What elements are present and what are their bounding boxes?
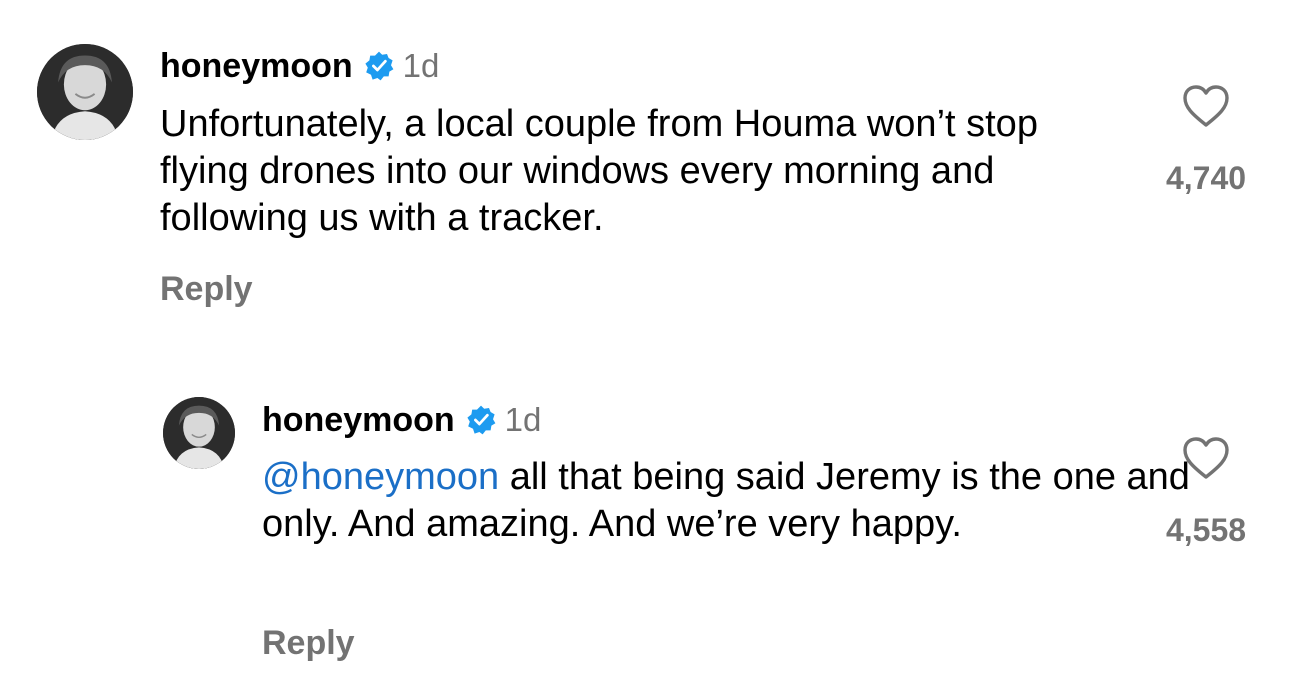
comment-text: Unfortunately, a local couple from Houma… <box>160 101 1120 242</box>
reply-button[interactable]: Reply <box>160 270 253 309</box>
verified-badge-icon <box>363 50 395 82</box>
mention-link[interactable]: @honeymoon <box>262 456 499 498</box>
timestamp: 1d <box>504 401 542 438</box>
comment-text: @honeymoon all that being said Jeremy is… <box>262 454 1222 548</box>
timestamp: 1d <box>402 47 440 84</box>
username[interactable]: honeymoon <box>160 47 353 86</box>
comment-body: Unfortunately, a local couple from Houma… <box>160 103 1038 239</box>
profile-photo-icon <box>37 44 133 140</box>
heart-outline-icon[interactable] <box>1182 436 1230 480</box>
comment-reply: honeymoon 1d @honeymoon all that being s… <box>0 345 1290 691</box>
comment: honeymoon 1d Unfortunately, a local coup… <box>0 0 1290 345</box>
comment-header: honeymoon 1d <box>160 44 439 88</box>
heart-outline-icon[interactable] <box>1182 84 1230 128</box>
verified-badge-icon <box>465 404 497 436</box>
username[interactable]: honeymoon <box>262 401 455 440</box>
like-count: 4,740 <box>1165 160 1247 196</box>
reply-button[interactable]: Reply <box>262 624 355 663</box>
like-section: 4,558 <box>1151 436 1261 549</box>
comment-header: honeymoon 1d <box>262 398 541 442</box>
avatar[interactable] <box>163 397 235 469</box>
like-count: 4,558 <box>1165 512 1247 548</box>
comments-thread: honeymoon 1d Unfortunately, a local coup… <box>0 0 1290 691</box>
like-section: 4,740 <box>1151 84 1261 197</box>
avatar[interactable] <box>37 44 133 140</box>
profile-photo-icon <box>163 397 235 469</box>
